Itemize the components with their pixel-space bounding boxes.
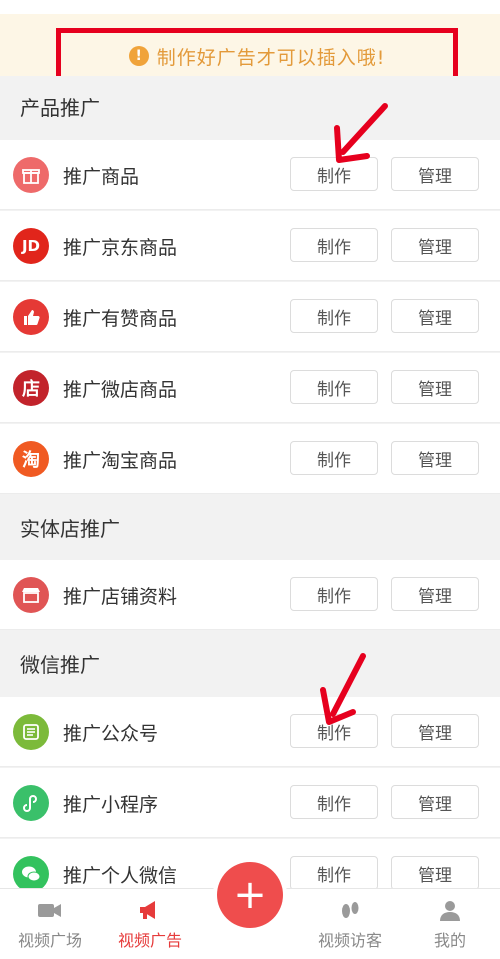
store-icon: 店 xyxy=(13,370,49,406)
row-label: 推广个人微信 xyxy=(63,865,178,887)
manage-button[interactable]: 管理 xyxy=(391,856,479,890)
top-strip xyxy=(0,0,500,14)
tab-label: 视频广告 xyxy=(117,931,182,950)
list-item: 推广有赞商品 制作 管理 xyxy=(0,282,500,352)
tab-label: 视频广场 xyxy=(17,931,82,950)
section-title: 微信推广 xyxy=(20,653,100,677)
megaphone-icon xyxy=(140,901,155,919)
section-header-wechat: 微信推广 xyxy=(0,633,500,693)
make-button[interactable]: 制作 xyxy=(290,441,378,475)
make-button[interactable]: 制作 xyxy=(290,370,378,404)
list-item: 推广小程序 制作 管理 xyxy=(0,768,500,838)
list-item: 推广店铺资料 制作 管理 xyxy=(0,560,500,630)
list-item: 推广商品 制作 管理 xyxy=(0,140,500,210)
list-item: JD 推广京东商品 制作 管理 xyxy=(0,211,500,281)
mini-program-icon xyxy=(13,785,49,821)
jd-icon: JD xyxy=(13,228,49,264)
make-button[interactable]: 制作 xyxy=(290,228,378,262)
make-button[interactable]: 制作 xyxy=(290,299,378,333)
tab-video-square[interactable]: 视频广场 xyxy=(0,899,100,951)
list-item: 店 推广微店商品 制作 管理 xyxy=(0,353,500,423)
wechat-icon xyxy=(13,856,49,892)
row-label: 推广商品 xyxy=(63,166,140,188)
make-button[interactable]: 制作 xyxy=(290,856,378,890)
row-label: 推广公众号 xyxy=(63,723,159,745)
person-icon xyxy=(440,901,460,921)
manage-button[interactable]: 管理 xyxy=(391,299,479,333)
make-button[interactable]: 制作 xyxy=(290,785,378,819)
row-label: 推广淘宝商品 xyxy=(63,450,178,472)
annotation-arrow-icon xyxy=(320,653,366,725)
list-item: 推广公众号 制作 管理 xyxy=(0,697,500,767)
tab-video-ads[interactable]: 视频广告 xyxy=(100,899,200,951)
manage-button[interactable]: 管理 xyxy=(391,714,479,748)
manage-button[interactable]: 管理 xyxy=(391,157,479,191)
manage-button[interactable]: 管理 xyxy=(391,228,479,262)
add-button[interactable]: + xyxy=(217,862,283,928)
video-camera-icon xyxy=(38,904,61,917)
taobao-icon: 淘 xyxy=(13,441,49,477)
tab-mine[interactable]: 我的 xyxy=(400,899,500,951)
list-item: 淘 推广淘宝商品 制作 管理 xyxy=(0,424,500,494)
shop-icon xyxy=(13,577,49,613)
annotation-arrow-icon xyxy=(334,103,388,163)
manage-button[interactable]: 管理 xyxy=(391,785,479,819)
info-icon: ! xyxy=(128,46,149,66)
gift-icon xyxy=(13,157,49,193)
tab-video-visitors[interactable]: 视频访客 xyxy=(300,899,400,951)
tab-label: 视频访客 xyxy=(317,931,382,950)
thumbs-up-icon xyxy=(13,299,49,335)
list-icon xyxy=(13,714,49,750)
section-title: 实体店推广 xyxy=(20,517,120,541)
section-header-store: 实体店推广 xyxy=(0,497,500,557)
row-label: 推广小程序 xyxy=(63,794,159,816)
section-header-product: 产品推广 xyxy=(0,76,500,136)
notice-text: 制作好广告才可以插入哦! xyxy=(156,46,386,69)
manage-button[interactable]: 管理 xyxy=(391,370,479,404)
manage-button[interactable]: 管理 xyxy=(391,441,479,475)
manage-button[interactable]: 管理 xyxy=(391,577,479,611)
make-button[interactable]: 制作 xyxy=(290,577,378,611)
row-label: 推广微店商品 xyxy=(63,379,178,401)
row-label: 推广店铺资料 xyxy=(63,586,178,608)
notice-banner: ! 制作好广告才可以插入哦! xyxy=(0,14,500,84)
row-label: 推广有赞商品 xyxy=(63,308,178,330)
tab-label: 我的 xyxy=(433,931,466,950)
section-title: 产品推广 xyxy=(20,96,100,120)
footprint-icon xyxy=(342,902,359,918)
row-label: 推广京东商品 xyxy=(63,237,178,259)
